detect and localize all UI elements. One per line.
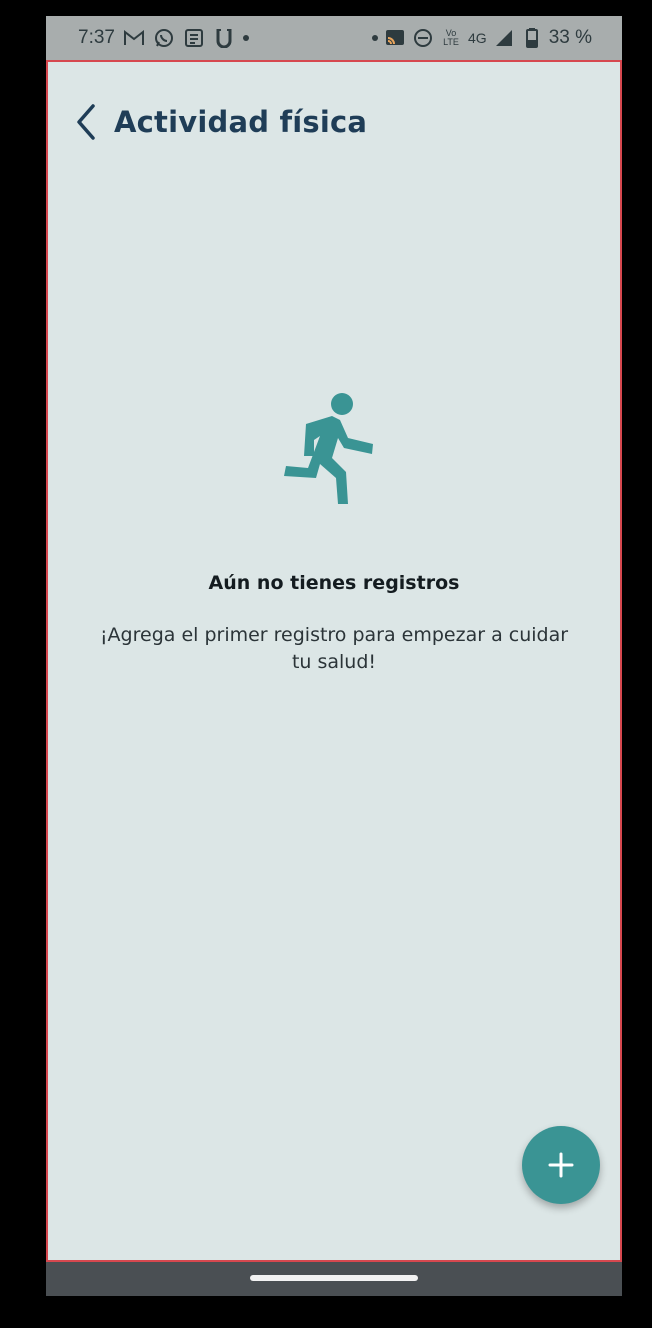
cast-icon (384, 27, 406, 49)
status-bar: 7:37 Vo LTE 4G 33 % (46, 16, 622, 60)
network-type: 4G (468, 30, 487, 46)
gmail-icon (123, 27, 145, 49)
add-record-button[interactable] (522, 1126, 600, 1204)
home-indicator[interactable] (250, 1275, 418, 1281)
chevron-left-icon (77, 104, 95, 140)
empty-state: Aún no tienes registros ¡Agrega el prime… (48, 392, 620, 676)
uber-icon (213, 27, 235, 49)
volte-icon: Vo LTE (443, 28, 459, 47)
running-person-icon (284, 393, 373, 504)
status-time: 7:37 (78, 27, 115, 48)
dot-icon (242, 35, 249, 41)
status-bar-right: Vo LTE 4G 33 % (372, 27, 592, 49)
signal-icon (493, 27, 515, 49)
news-icon (183, 27, 205, 49)
battery-level: 33 % (548, 27, 592, 48)
do-not-disturb-icon (412, 27, 434, 49)
battery-icon (521, 27, 543, 49)
phone-screen: 7:37 Vo LTE 4G 33 % Actividad física Aún… (46, 16, 622, 1296)
whatsapp-icon (153, 27, 175, 49)
status-bar-left: 7:37 (78, 27, 249, 49)
dot-icon (372, 35, 378, 41)
plus-icon (548, 1152, 574, 1178)
empty-state-title: Aún no tienes registros (208, 572, 460, 594)
navigation-bar (46, 1262, 622, 1296)
app-content: Actividad física Aún no tienes registros… (46, 60, 622, 1262)
page-title: Actividad física (114, 105, 368, 139)
back-button[interactable] (72, 102, 100, 142)
header: Actividad física (72, 102, 367, 142)
empty-state-message: ¡Agrega el primer registro para empezar … (99, 624, 569, 673)
